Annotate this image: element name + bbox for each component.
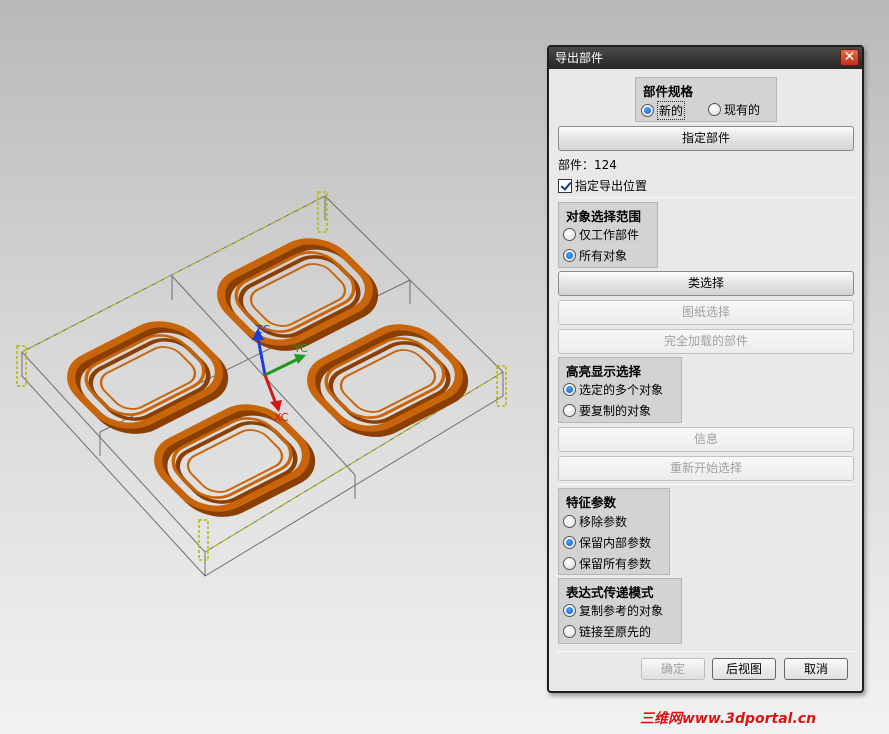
ok-button[interactable]: 确定: [641, 658, 705, 680]
info-button[interactable]: 信息: [558, 427, 854, 452]
radio-copy-referenced[interactable]: 复制参考的对象: [563, 602, 663, 619]
radio-copy-referenced-indicator[interactable]: [563, 604, 576, 617]
restart-selection-button[interactable]: 重新开始选择: [558, 456, 854, 481]
fully-loaded-parts-button[interactable]: 完全加载的部件: [558, 329, 854, 354]
radio-remove-params[interactable]: 移除参数: [563, 513, 627, 530]
radio-new-label: 新的: [657, 101, 686, 120]
radio-new-indicator[interactable]: [641, 104, 654, 117]
part-count-label: 部件：124: [558, 158, 617, 172]
expression-mode-group: 表达式传递模式 复制参考的对象 链接至原先的: [558, 578, 682, 644]
feature-params-group: 特征参数 移除参数 保留内部参数 保留所有参数: [558, 488, 670, 575]
radio-keep-all-label: 保留所有参数: [579, 557, 652, 571]
specify-part-button[interactable]: 指定部件: [558, 126, 854, 151]
separator: [557, 484, 855, 485]
part-spec-group: 部件规格 新的 现有的: [635, 77, 777, 122]
part-frames: [67, 238, 469, 517]
highlight-group: 高亮显示选择 选定的多个对象 要复制的对象: [558, 357, 682, 423]
site-watermark: 三维网www.3dportal.cn: [640, 711, 817, 727]
radio-work-part-label: 仅工作部件: [579, 228, 640, 242]
radio-existing-indicator[interactable]: [708, 103, 721, 116]
xc-axis: [263, 374, 278, 405]
radio-objects-to-copy[interactable]: 要复制的对象: [563, 402, 651, 419]
object-scope-group: 对象选择范围 仅工作部件 所有对象: [558, 202, 658, 268]
radio-keep-internal-indicator[interactable]: [563, 536, 576, 549]
yc-label: YC: [293, 342, 308, 355]
xc-label: XC: [274, 411, 289, 424]
radio-remove-params-label: 移除参数: [579, 515, 628, 529]
separator: [557, 197, 855, 198]
export-location-checkbox[interactable]: [558, 178, 572, 193]
dialog-title: 导出部件: [555, 51, 604, 65]
drawing-selection-button[interactable]: 图纸选择: [558, 300, 854, 325]
radio-all-objects[interactable]: 所有对象: [563, 247, 627, 264]
radio-keep-all-params[interactable]: 保留所有参数: [563, 555, 651, 572]
zc-label: ZC: [255, 323, 271, 336]
radio-all-objects-indicator[interactable]: [563, 249, 576, 262]
part-spec-title: 部件规格: [643, 84, 694, 99]
radio-link-to-original[interactable]: 链接至原先的: [563, 623, 651, 640]
radio-copy-referenced-label: 复制参考的对象: [579, 604, 664, 618]
radio-work-part-indicator[interactable]: [563, 228, 576, 241]
radio-link-to-original-label: 链接至原先的: [579, 625, 652, 639]
radio-selected-objects-indicator[interactable]: [563, 383, 576, 396]
back-view-button[interactable]: 后视图: [712, 658, 776, 680]
radio-objects-to-copy-label: 要复制的对象: [579, 404, 652, 418]
radio-work-part-only[interactable]: 仅工作部件: [563, 226, 639, 243]
radio-all-objects-label: 所有对象: [579, 249, 628, 263]
class-selection-button[interactable]: 类选择: [558, 271, 854, 296]
expression-mode-title: 表达式传递模式: [566, 585, 654, 600]
radio-remove-params-indicator[interactable]: [563, 515, 576, 528]
radio-link-to-original-indicator[interactable]: [563, 625, 576, 638]
highlight-title: 高亮显示选择: [566, 364, 642, 379]
radio-existing-label: 现有的: [724, 103, 761, 117]
radio-objects-to-copy-indicator[interactable]: [563, 404, 576, 417]
separator: [557, 651, 855, 652]
radio-selected-objects-label: 选定的多个对象: [579, 383, 664, 397]
export-location-label: 指定导出位置: [575, 179, 648, 193]
feature-params-title: 特征参数: [566, 495, 617, 510]
radio-existing[interactable]: 现有的: [708, 101, 760, 118]
cancel-button[interactable]: 取消: [784, 658, 848, 680]
specify-export-location[interactable]: 指定导出位置: [558, 177, 647, 194]
yc-axis: [264, 357, 299, 377]
close-icon[interactable]: ✕: [840, 49, 859, 66]
radio-selected-objects[interactable]: 选定的多个对象: [563, 381, 663, 398]
radio-keep-internal-label: 保留内部参数: [579, 536, 652, 550]
radio-keep-internal-params[interactable]: 保留内部参数: [563, 534, 651, 551]
wireframe-blocks: [21, 195, 504, 577]
object-scope-title: 对象选择范围: [566, 209, 642, 224]
radio-new[interactable]: 新的: [641, 101, 686, 120]
dialog-titlebar[interactable]: 导出部件: [549, 47, 862, 69]
radio-keep-all-indicator[interactable]: [563, 557, 576, 570]
export-part-dialog: 导出部件 ✕ 部件规格 新的 现有的 指定部件 部件：124 指定导出位置 对象…: [547, 45, 864, 693]
